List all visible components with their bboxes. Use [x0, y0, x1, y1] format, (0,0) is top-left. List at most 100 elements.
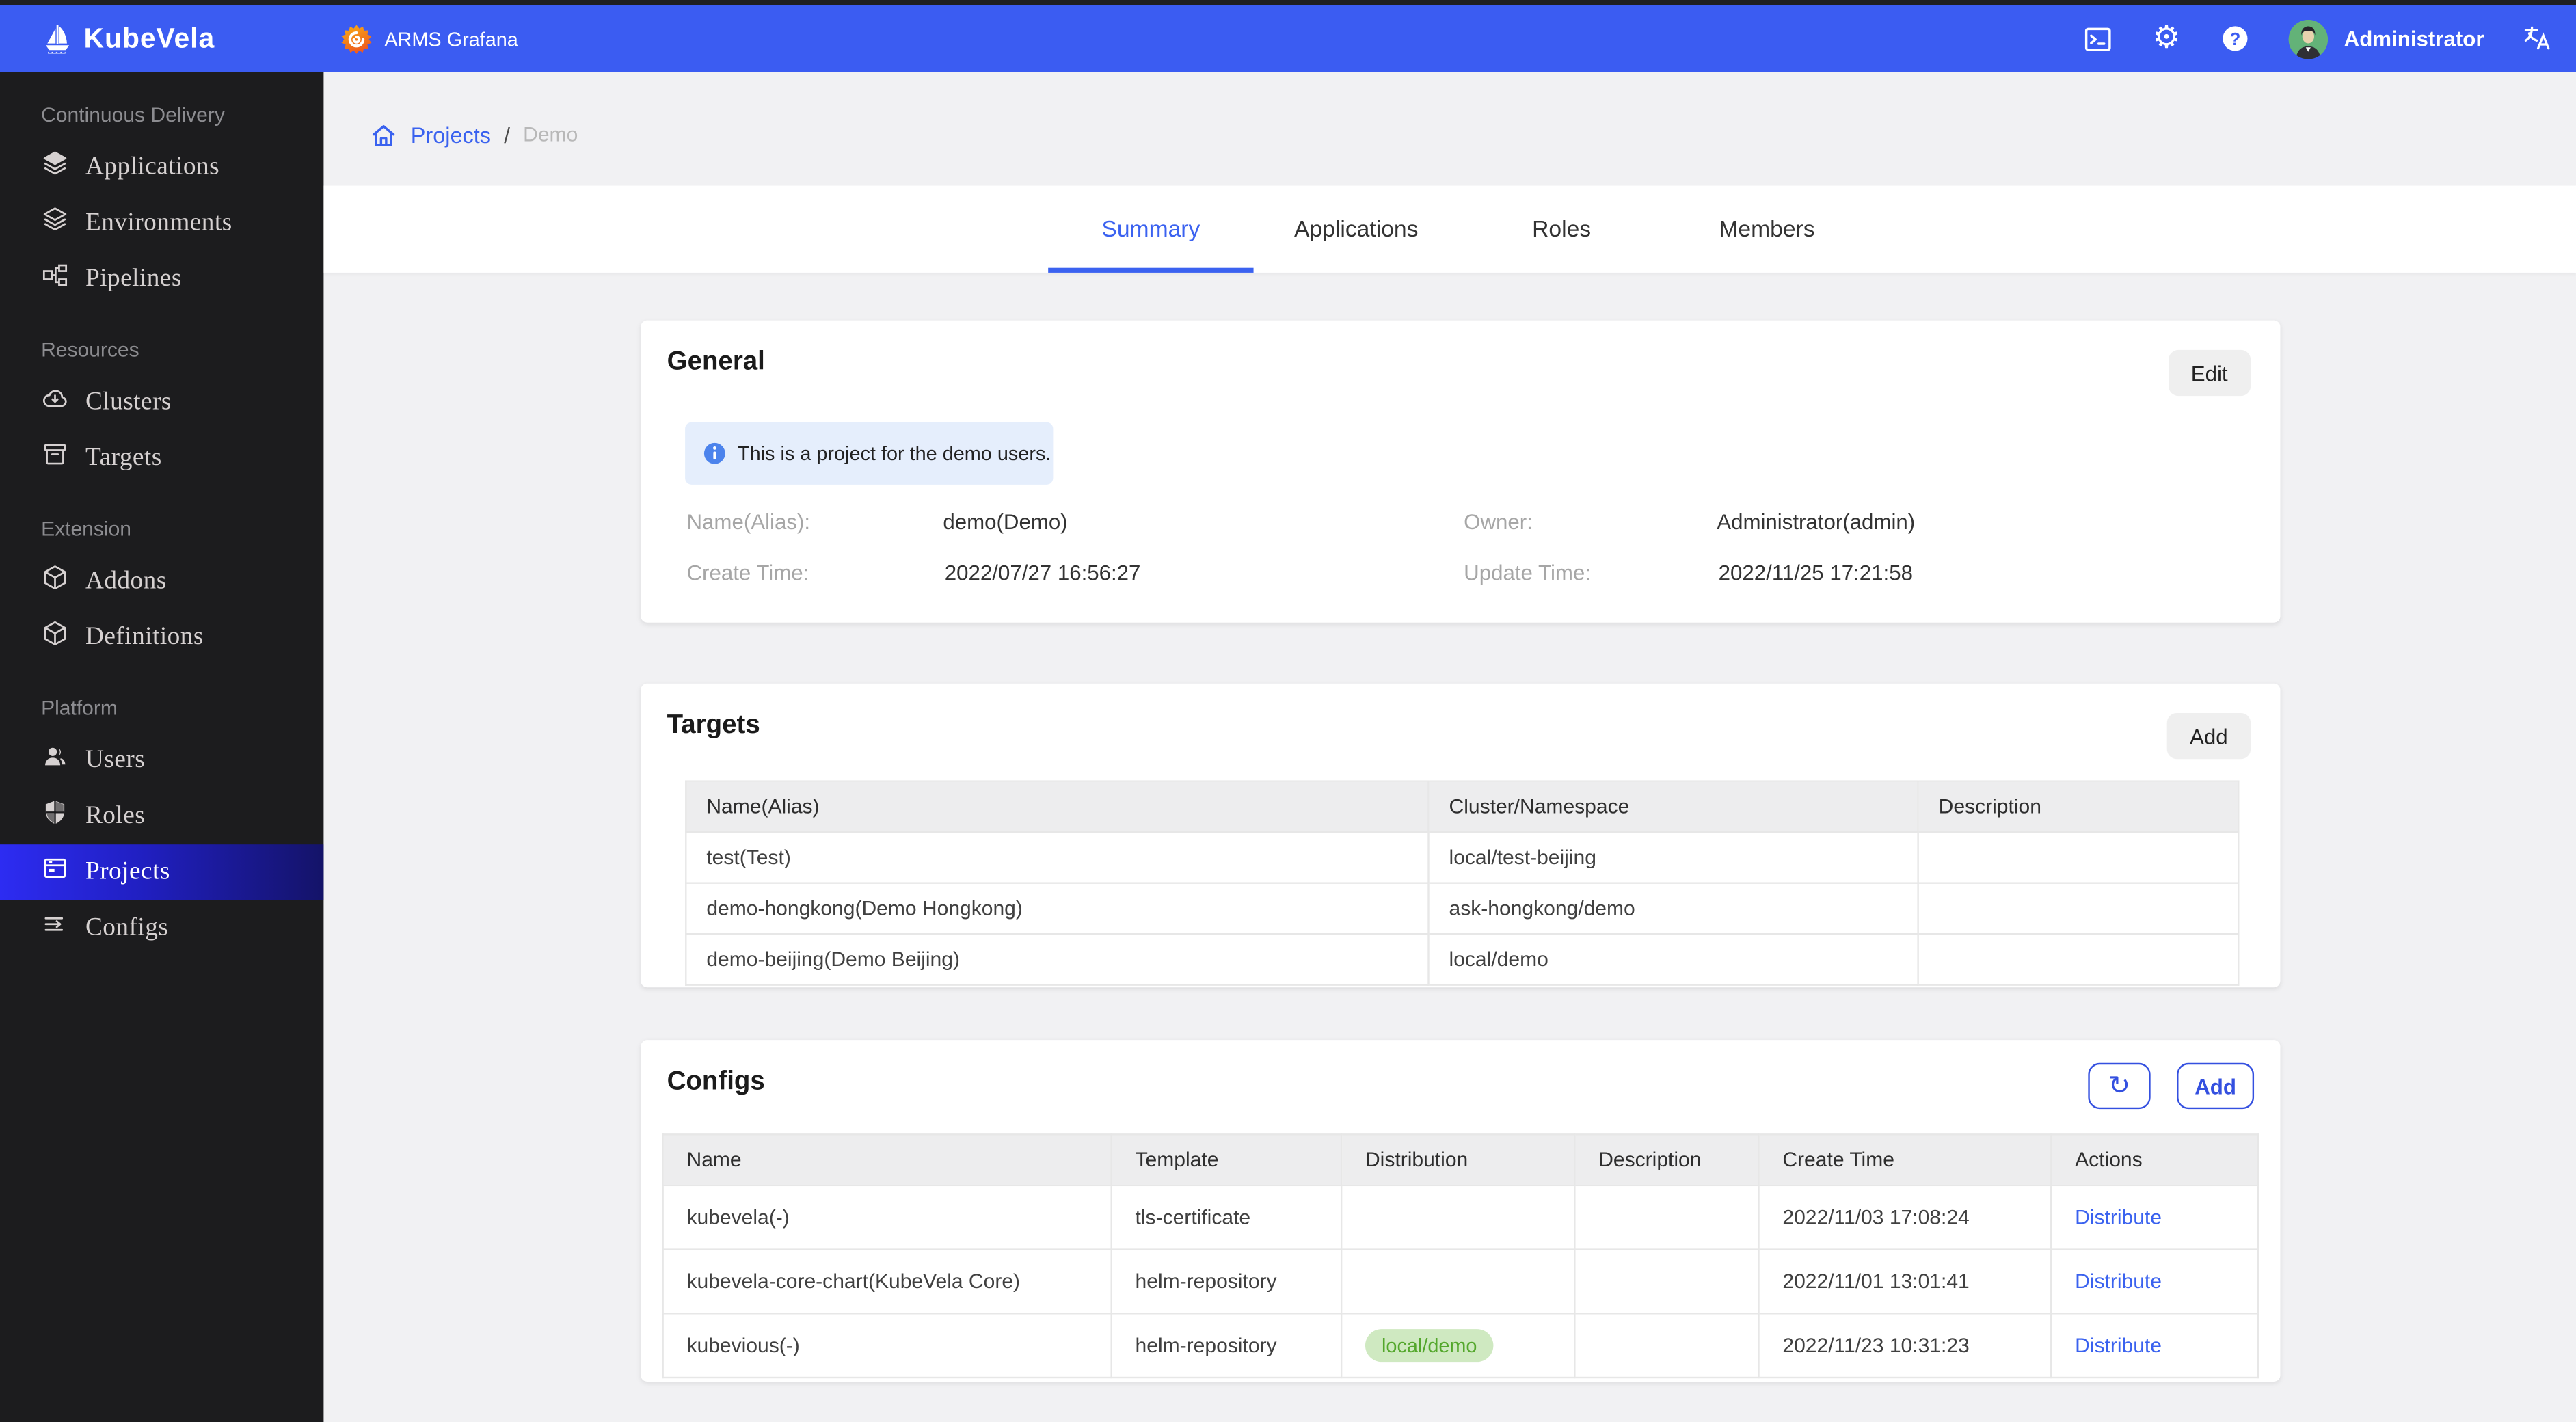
- config-actions: Distribute: [2050, 1248, 2259, 1315]
- configs-col-create-time: Create Time: [1758, 1133, 2052, 1187]
- target-cluster: local/demo: [1427, 933, 1919, 986]
- sidebar-item-projects[interactable]: Projects: [0, 844, 324, 900]
- top-bar: KubeVela ARMS Grafana ⚙ ? Administrator: [0, 5, 2576, 72]
- configs-col-name: Name: [662, 1133, 1112, 1187]
- sidebar-item-configs[interactable]: Configs: [0, 900, 323, 956]
- configs-add-button[interactable]: Add: [2177, 1062, 2255, 1110]
- tab-roles[interactable]: Roles: [1459, 186, 1664, 273]
- sidebar-item-applications[interactable]: Applications: [0, 139, 323, 196]
- sidebar: Continuous Delivery Applications Environ…: [0, 72, 324, 1422]
- config-distribution: [1340, 1184, 1576, 1250]
- sidebar-group-continuous-delivery: Continuous Delivery: [41, 103, 225, 127]
- breadcrumb-separator: /: [504, 122, 510, 148]
- refresh-button[interactable]: ↻: [2088, 1062, 2151, 1110]
- sidebar-group-resources: Resources: [41, 338, 139, 362]
- sidebar-item-environments[interactable]: Environments: [0, 196, 323, 252]
- project-icon: [41, 855, 69, 891]
- target-name: demo-beijing(Demo Beijing): [685, 933, 1430, 986]
- table-row: demo-beijing(Demo Beijing) local/demo: [685, 933, 2240, 986]
- configs-title: Configs: [667, 1068, 765, 1096]
- tab-summary[interactable]: Summary: [1048, 186, 1254, 273]
- tab-members[interactable]: Members: [1664, 186, 1869, 273]
- config-description: [1574, 1313, 1760, 1379]
- config-create-time: 2022/11/01 13:01:41: [1758, 1248, 2052, 1315]
- cube-icon: [41, 563, 69, 600]
- sidebar-item-roles[interactable]: Roles: [0, 788, 323, 844]
- sidebar-item-label: Configs: [85, 913, 169, 941]
- username[interactable]: Administrator: [2344, 26, 2484, 51]
- target-name: test(Test): [685, 831, 1430, 884]
- sidebar-item-users[interactable]: Users: [0, 733, 323, 789]
- sidebar-item-label: Targets: [85, 443, 162, 472]
- table-row: kubevious(-) helm-repository local/demo …: [662, 1313, 2259, 1379]
- help-icon[interactable]: ?: [2219, 22, 2252, 55]
- sidebar-item-definitions[interactable]: Definitions: [0, 610, 323, 666]
- sidebar-group-platform: Platform: [41, 696, 118, 720]
- kubevela-brand[interactable]: KubeVela: [0, 22, 323, 55]
- distribute-link[interactable]: Distribute: [2075, 1334, 2162, 1357]
- app-root: KubeVela ARMS Grafana ⚙ ? Administrator …: [0, 0, 2576, 1422]
- terminal-icon[interactable]: [2081, 22, 2114, 55]
- target-description: [1917, 882, 2240, 935]
- distribution-badge: local/demo: [1365, 1329, 1494, 1363]
- configs-col-description: Description: [1574, 1133, 1760, 1187]
- kubevela-logo-icon: [41, 22, 74, 55]
- config-create-time: 2022/11/23 10:31:23: [1758, 1313, 2052, 1379]
- targets-add-button[interactable]: Add: [2166, 712, 2251, 760]
- edit-button[interactable]: Edit: [2168, 349, 2251, 397]
- target-description: [1917, 933, 2240, 986]
- cloud-download-icon: [41, 384, 69, 420]
- sidebar-item-label: Pipelines: [85, 264, 182, 293]
- sidebar-item-clusters[interactable]: Clusters: [0, 375, 323, 431]
- tab-strip: Summary Applications Roles Members: [323, 185, 2576, 273]
- configs-table: Name Template Distribution Description C…: [662, 1133, 2259, 1379]
- distribute-link[interactable]: Distribute: [2075, 1206, 2162, 1229]
- sidebar-item-pipelines[interactable]: Pipelines: [0, 252, 323, 308]
- config-name: kubevela(-): [662, 1184, 1112, 1250]
- target-name: demo-hongkong(Demo Hongkong): [685, 882, 1430, 935]
- general-card: General Edit This is a project for the d…: [641, 320, 2281, 623]
- grafana-icon: [340, 22, 373, 55]
- sidebar-item-label: Clusters: [85, 388, 172, 416]
- name-alias-label: Name(Alias):: [686, 509, 811, 535]
- shield-icon: [41, 799, 69, 835]
- targets-col-cluster: Cluster/Namespace: [1427, 780, 1919, 833]
- sidebar-item-addons[interactable]: Addons: [0, 554, 323, 610]
- configs-col-actions: Actions: [2050, 1133, 2259, 1187]
- project-description-alert: This is a project for the demo users.: [685, 422, 1054, 485]
- config-name: kubevious(-): [662, 1313, 1112, 1379]
- sidebar-item-label: Environments: [85, 209, 232, 237]
- home-icon[interactable]: [370, 121, 398, 149]
- target-cluster: ask-hongkong/demo: [1427, 882, 1919, 935]
- avatar[interactable]: [2287, 18, 2328, 59]
- sidebar-item-targets[interactable]: Targets: [0, 431, 323, 487]
- config-name: kubevela-core-chart(KubeVela Core): [662, 1248, 1112, 1315]
- breadcrumb: Projects / Demo: [323, 72, 2576, 151]
- config-template: tls-certificate: [1110, 1184, 1343, 1250]
- update-time-label: Update Time:: [1464, 560, 1591, 585]
- target-description: [1917, 831, 2240, 884]
- owner-value: Administrator(admin): [1717, 509, 1916, 535]
- targets-col-description: Description: [1917, 780, 2240, 833]
- gear-icon[interactable]: ⚙: [2150, 22, 2183, 55]
- svg-text:?: ?: [2230, 30, 2241, 49]
- config-list-icon: [41, 910, 69, 946]
- breadcrumb-projects-link[interactable]: Projects: [411, 122, 491, 147]
- config-distribution: [1340, 1248, 1576, 1315]
- topnav-grafana[interactable]: ARMS Grafana: [340, 22, 518, 55]
- configs-header-row: Name Template Distribution Description C…: [662, 1133, 2259, 1187]
- config-description: [1574, 1248, 1760, 1315]
- sidebar-item-label: Users: [85, 746, 146, 774]
- config-template: helm-repository: [1110, 1313, 1343, 1379]
- users-icon: [41, 742, 69, 779]
- config-template: helm-repository: [1110, 1248, 1343, 1315]
- configs-card: Configs ↻ Add Name Template Distribution…: [641, 1040, 2281, 1382]
- distribute-link[interactable]: Distribute: [2075, 1270, 2162, 1293]
- tab-applications[interactable]: Applications: [1254, 186, 1459, 273]
- brand-name: KubeVela: [83, 22, 215, 54]
- topbar-right-tools: ⚙ ? Administrator: [2081, 5, 2553, 72]
- language-switch-icon[interactable]: [2520, 22, 2553, 55]
- archive-icon: [41, 440, 69, 477]
- create-time-label: Create Time:: [686, 560, 809, 585]
- targets-card: Targets Add Name(Alias) Cluster/Namespac…: [641, 683, 2281, 988]
